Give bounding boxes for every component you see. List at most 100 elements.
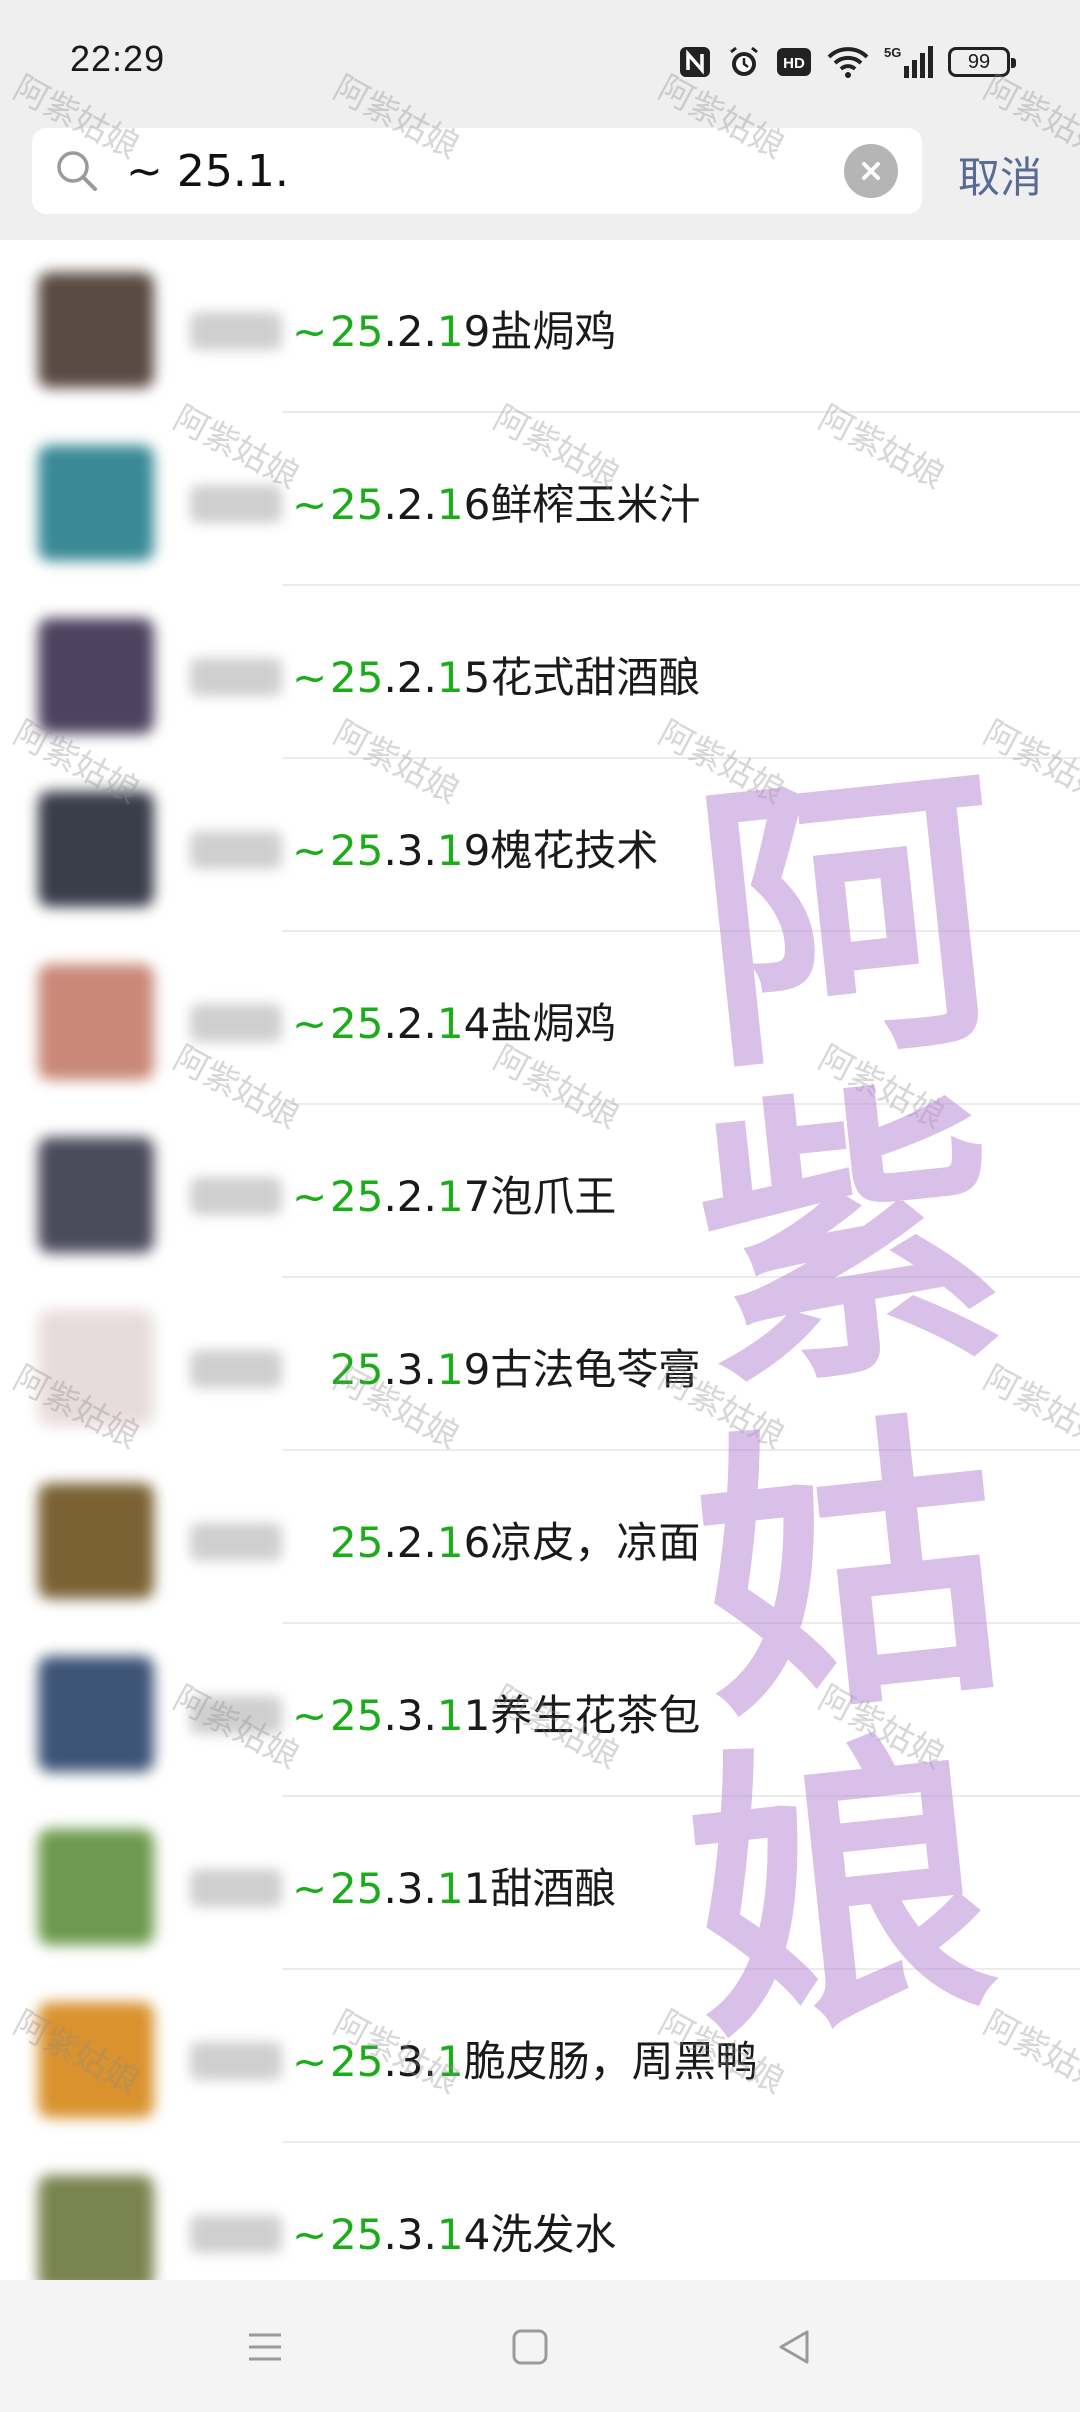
- result-title: ~ 25.3.1脆皮肠，周黑鸭: [292, 2028, 758, 2089]
- result-title-prefix: ~: [292, 2037, 328, 2086]
- result-title-rest: 4盐焗鸡: [463, 999, 617, 1048]
- wifi-icon: [826, 45, 870, 79]
- result-title-rest: 9盐焗鸡: [463, 307, 617, 356]
- battery-icon: 99: [948, 47, 1016, 77]
- search-result-row[interactable]: ~ 25.3.11养生花茶包: [0, 1624, 1080, 1797]
- result-title-prefix: ~: [292, 1172, 328, 1221]
- result-title: ~ 25.3.11养生花茶包: [292, 1682, 700, 1743]
- result-title-prefix: ~: [292, 480, 328, 529]
- result-title-hl2: 1: [436, 307, 464, 356]
- result-title: ~ 25.2.14盐焗鸡: [292, 990, 616, 1051]
- result-title-rest: 1甜酒酿: [463, 1864, 617, 1913]
- search-icon: [52, 146, 102, 196]
- result-title-rest: 6鲜榨玉米汁: [463, 480, 701, 529]
- blurred-name: [190, 1869, 282, 1907]
- result-title-hl1: 25: [330, 1172, 384, 1221]
- avatar: [38, 2002, 154, 2118]
- result-title-mid: .3.: [383, 2210, 437, 2259]
- cancel-button[interactable]: 取消: [958, 144, 1042, 205]
- avatar: [38, 618, 154, 734]
- search-result-row[interactable]: ~ 25.2.14盐焗鸡: [0, 932, 1080, 1105]
- avatar: [38, 791, 154, 907]
- result-title-rest: 9槐花技术: [463, 826, 659, 875]
- result-title-hl2: 1: [436, 1518, 464, 1567]
- result-title-rest: 6凉皮，凉面: [463, 1518, 701, 1567]
- result-title: ~ 25.3.19槐花技术: [292, 817, 658, 878]
- blurred-name: [190, 485, 282, 523]
- search-result-row[interactable]: 25.2.16凉皮，凉面: [0, 1451, 1080, 1624]
- avatar: [38, 1656, 154, 1772]
- avatar: [38, 1137, 154, 1253]
- blurred-name: [190, 1177, 282, 1215]
- result-title-mid: .3.: [383, 1864, 437, 1913]
- result-title-hl2: 1: [436, 1345, 464, 1394]
- result-title-hl2: 1: [436, 999, 464, 1048]
- result-title-mid: .3.: [383, 2037, 437, 2086]
- search-result-row[interactable]: ~ 25.2.19盐焗鸡: [0, 240, 1080, 413]
- result-title-hl2: 1: [436, 653, 464, 702]
- avatar: [38, 272, 154, 388]
- search-result-row[interactable]: ~ 25.2.16鲜榨玉米汁: [0, 413, 1080, 586]
- result-title-rest: 4洗发水: [463, 2210, 617, 2259]
- search-result-row[interactable]: ~ 25.2.15花式甜酒酿: [0, 586, 1080, 759]
- result-title-rest: 9古法龟苓膏: [463, 1345, 701, 1394]
- avatar: [38, 1310, 154, 1426]
- result-title-hl1: 25: [330, 1691, 384, 1740]
- search-results-screen: 22:29 HD 5G 99 ~ 25.1. 取消 ~25.2.19盐焗鸡 ~2…: [0, 0, 1080, 2412]
- search-result-row[interactable]: ~ 25.3.11甜酒酿: [0, 1797, 1080, 1970]
- search-input[interactable]: [126, 142, 826, 200]
- status-bar: 22:29 HD 5G 99: [0, 0, 1080, 118]
- back-button[interactable]: [770, 2322, 820, 2372]
- result-title-rest: 7泡爪王: [463, 1172, 617, 1221]
- result-title-hl1: 25: [330, 2210, 384, 2259]
- search-result-row[interactable]: ~ 25.2.17泡爪王: [0, 1105, 1080, 1278]
- result-title-hl1: 25: [330, 307, 384, 356]
- result-title-mid: .3.: [383, 1691, 437, 1740]
- result-title-prefix: ~: [292, 1864, 328, 1913]
- result-title-hl2: 1: [436, 480, 464, 529]
- result-title-rest: 1养生花茶包: [463, 1691, 701, 1740]
- blurred-name: [190, 1523, 282, 1561]
- result-title-rest: 脆皮肠，周黑鸭: [463, 2037, 758, 2086]
- result-title-mid: .3.: [383, 1345, 437, 1394]
- result-title-hl1: 25: [330, 1518, 384, 1567]
- blurred-name: [190, 1350, 282, 1388]
- avatar: [38, 964, 154, 1080]
- svg-text:5G: 5G: [884, 45, 901, 60]
- result-title-hl1: 25: [330, 1345, 384, 1394]
- 5g-signal-icon: 5G: [884, 44, 934, 80]
- search-result-row[interactable]: ~ 25.3.19槐花技术: [0, 759, 1080, 932]
- search-result-row[interactable]: 25.3.19古法龟苓膏: [0, 1278, 1080, 1451]
- navigation-bar: [0, 2280, 1080, 2412]
- avatar: [38, 2175, 154, 2291]
- result-title-prefix: ~: [292, 2210, 328, 2259]
- result-title-mid: .2.: [383, 480, 437, 529]
- close-icon: [862, 162, 880, 180]
- result-title-mid: .2.: [383, 307, 437, 356]
- result-title-mid: .2.: [383, 999, 437, 1048]
- result-title-prefix: ~: [292, 307, 328, 356]
- blurred-name: [190, 658, 282, 696]
- home-button[interactable]: [505, 2322, 555, 2372]
- result-title-hl2: 1: [436, 826, 464, 875]
- result-title: 25.3.19古法龟苓膏: [292, 1336, 700, 1397]
- blurred-name: [190, 1004, 282, 1042]
- status-time: 22:29: [70, 38, 166, 79]
- result-title-hl1: 25: [330, 1864, 384, 1913]
- search-box: [32, 128, 922, 214]
- result-title-hl2: 1: [436, 1172, 464, 1221]
- avatar: [38, 1483, 154, 1599]
- nfc-icon: [678, 45, 712, 79]
- avatar: [38, 1829, 154, 1945]
- clear-search-button[interactable]: [844, 144, 898, 198]
- result-title-prefix: ~: [292, 653, 328, 702]
- result-title-hl1: 25: [330, 999, 384, 1048]
- result-title: ~ 25.3.14洗发水: [292, 2201, 616, 2262]
- menu-button[interactable]: [240, 2322, 290, 2372]
- result-title: ~ 25.2.16鲜榨玉米汁: [292, 471, 700, 532]
- result-title: ~ 25.2.17泡爪王: [292, 1163, 616, 1224]
- result-title-mid: .2.: [383, 1518, 437, 1567]
- result-title-hl1: 25: [330, 826, 384, 875]
- result-title-rest: 5花式甜酒酿: [463, 653, 701, 702]
- search-result-row[interactable]: ~ 25.3.1脆皮肠，周黑鸭: [0, 1970, 1080, 2143]
